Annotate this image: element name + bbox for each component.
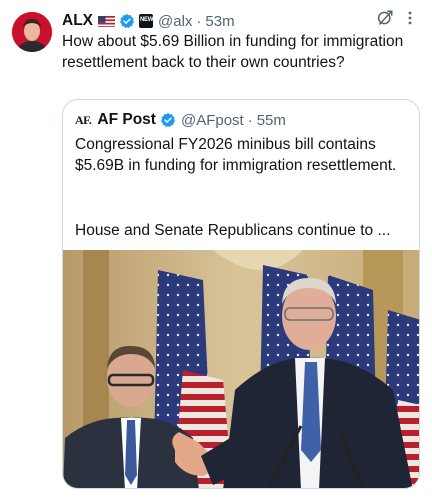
- quote-avatar-logo[interactable]: AF.: [75, 113, 92, 128]
- us-flag-icon: [98, 15, 115, 27]
- quote-author-handle[interactable]: @AFpost: [181, 112, 244, 129]
- quoted-post[interactable]: AF. AF Post @AFpost · 55m Congressional …: [62, 99, 420, 489]
- quote-text-truncated: House and Senate Republicans continue to…: [75, 222, 391, 239]
- tweet-text: How about $5.69 Billion in funding for i…: [62, 33, 404, 71]
- quote-text: Congressional FY2026 minibus bill contai…: [75, 136, 397, 174]
- avatar[interactable]: [12, 12, 52, 52]
- quote-header: AF. AF Post @AFpost · 55m: [75, 110, 409, 130]
- verified-badge-icon: [119, 13, 135, 29]
- author-name[interactable]: ALX: [62, 12, 93, 30]
- photo-illustration: [63, 250, 419, 488]
- tweet-header: ALX NEWS @alx · 53m: [62, 10, 420, 32]
- avatar-image: [12, 12, 52, 52]
- more-options-icon[interactable]: [402, 10, 418, 26]
- grok-icon[interactable]: [376, 9, 394, 27]
- tweet[interactable]: ALX NEWS @alx · 53m: [0, 0, 432, 500]
- tweet-time[interactable]: 53m: [205, 13, 234, 30]
- quote-time[interactable]: 55m: [257, 112, 286, 129]
- separator-dot: ·: [247, 111, 253, 129]
- quote-author-name[interactable]: AF Post: [97, 111, 156, 129]
- press-conference-photo[interactable]: [63, 250, 419, 488]
- author-handle[interactable]: @alx: [158, 13, 192, 30]
- affiliate-badge-icon: NEWS: [139, 14, 153, 28]
- separator-dot: ·: [196, 12, 202, 30]
- verified-badge-icon: [160, 112, 176, 128]
